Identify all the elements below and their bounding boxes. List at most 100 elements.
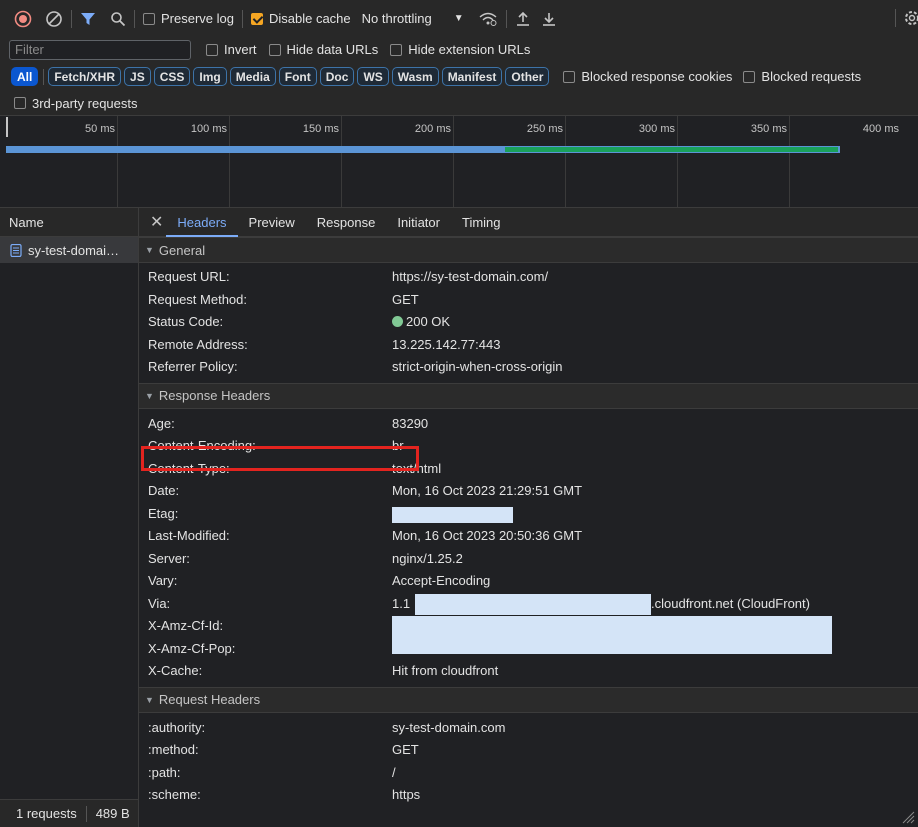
general-section-header[interactable]: ▼ General [139, 237, 918, 263]
disable-cache-option[interactable]: Disable cache [250, 11, 351, 26]
close-icon[interactable]: ✕ [150, 212, 163, 232]
chip-ws[interactable]: WS [357, 67, 389, 86]
network-conditions-icon[interactable] [478, 11, 498, 27]
chip-img[interactable]: Img [193, 67, 227, 86]
invert-option[interactable]: Invert [206, 42, 257, 57]
header-row: Age: 83290 [139, 413, 918, 436]
response-headers-section-header[interactable]: ▼ Response Headers [139, 382, 918, 409]
hide-data-urls-option[interactable]: Hide data URLs [268, 42, 378, 57]
export-har-icon[interactable] [541, 11, 557, 27]
blocked-requests-label: Blocked requests [761, 69, 862, 84]
header-value: strict-origin-when-cross-origin [392, 359, 563, 374]
header-key: :authority: [148, 719, 206, 735]
timeline-tick-label: 300 ms [638, 123, 675, 135]
invert-checkbox[interactable] [206, 43, 218, 56]
timeline-gridline [229, 116, 230, 207]
tab-initiator[interactable]: Initiator [386, 208, 451, 236]
redacted-value [392, 615, 832, 654]
chip-fetch-xhr[interactable]: Fetch/XHR [48, 67, 122, 86]
header-value-suffix: .cloudfront.net (CloudFront) [651, 595, 810, 611]
disable-cache-checkbox[interactable] [250, 12, 263, 25]
chip-media[interactable]: Media [229, 67, 276, 86]
response-headers-title: Response Headers [158, 388, 271, 403]
clear-icon[interactable] [45, 10, 63, 28]
network-toolbar: Preserve log Disable cache No throttling… [0, 0, 918, 38]
timeline-overview[interactable]: 50 ms 100 ms 150 ms 200 ms 250 ms 300 ms… [0, 116, 918, 208]
status-divider [85, 805, 87, 822]
throttling-select[interactable]: No throttling ▼ [362, 11, 464, 26]
filter-icon[interactable] [80, 11, 96, 27]
settings-icon[interactable] [895, 9, 918, 27]
general-section-title: General [158, 242, 206, 258]
tab-response[interactable]: Response [306, 208, 387, 236]
toolbar-divider [241, 9, 243, 28]
third-party-checkbox[interactable] [14, 97, 26, 109]
third-party-option[interactable]: 3rd-party requests [14, 96, 138, 111]
resource-type-filters: All Fetch/XHR JS CSS Img Media Font Doc … [0, 62, 918, 91]
header-row: Request URL: https://sy-test-domain.com/ [139, 266, 918, 289]
import-har-icon[interactable] [515, 11, 531, 27]
chip-font[interactable]: Font [278, 67, 317, 86]
timeline-start-handle[interactable] [6, 117, 8, 137]
blocked-cookies-option[interactable]: Blocked response cookies [563, 69, 732, 84]
header-key: X-Amz-Cf-Pop: [148, 640, 236, 656]
timeline-tick-label: 350 ms [750, 123, 787, 135]
header-key: Server: [148, 550, 190, 566]
header-row: :method: GET [139, 739, 918, 762]
chip-other[interactable]: Other [505, 67, 550, 86]
blocked-requests-checkbox[interactable] [743, 70, 756, 83]
tab-timing[interactable]: Timing [451, 208, 512, 236]
tab-preview[interactable]: Preview [238, 208, 306, 236]
toolbar-divider [505, 9, 507, 28]
header-key: X-Amz-Cf-Id: [148, 618, 224, 633]
request-headers-section: :authority: sy-test-domain.com :method: GE… [139, 713, 918, 807]
blocked-requests-option[interactable]: Blocked requests [743, 69, 861, 84]
hide-extension-urls-option[interactable]: Hide extension URLs [390, 42, 530, 57]
invert-label: Invert [224, 42, 257, 57]
header-key: Etag: [148, 505, 179, 521]
request-name: sy-test-domai… [28, 242, 120, 258]
header-row: Last-Modified: Mon, 16 Oct 2023 20:50:36 … [139, 525, 918, 548]
chip-all[interactable]: All [11, 67, 39, 86]
network-status-bar: 1 requests 489 B [0, 799, 138, 827]
request-row[interactable]: sy-test-domai… [0, 237, 138, 263]
request-headers-title: Request Headers [158, 692, 261, 707]
chip-manifest[interactable]: Manifest [441, 67, 503, 86]
filter-input[interactable]: Filter [9, 39, 191, 60]
triangle-down-icon: ▼ [145, 245, 154, 255]
stop-recording-icon[interactable] [14, 10, 32, 28]
timeline-tick-label: 250 ms [526, 123, 563, 135]
search-icon[interactable] [110, 11, 126, 27]
timeline-gridline [565, 116, 566, 207]
chip-wasm[interactable]: Wasm [391, 67, 439, 86]
timeline-tick-label: 100 ms [190, 123, 227, 135]
chip-js[interactable]: JS [124, 67, 151, 86]
header-key: Date: [148, 483, 180, 498]
status-value: 200 OK [392, 314, 450, 329]
request-headers-section-header[interactable]: ▼ Request Headers [139, 686, 918, 713]
blocked-cookies-checkbox[interactable] [563, 70, 576, 83]
header-value: 83290 [392, 415, 429, 431]
header-row: Server: nginx/1.25.2 [139, 548, 918, 571]
details-tabbar: ✕ Headers Preview Response Initiator Tim… [139, 208, 918, 237]
redacted-value [392, 506, 513, 523]
timeline-gridline [677, 116, 678, 207]
preserve-log-checkbox[interactable] [143, 12, 155, 25]
request-details: ✕ Headers Preview Response Initiator Tim… [139, 208, 918, 827]
hide-extension-urls-checkbox[interactable] [390, 43, 403, 56]
header-row: Status Code: 200 OK [139, 311, 918, 334]
header-key: Request Method: [148, 291, 248, 307]
name-column-header[interactable]: Name [0, 208, 138, 237]
chip-css[interactable]: CSS [153, 67, 191, 86]
chevron-down-icon: ▼ [453, 13, 464, 24]
transfer-size: 489 B [95, 806, 130, 821]
hide-data-urls-checkbox[interactable] [268, 43, 281, 56]
header-value: Mon, 16 Oct 2023 21:29:51 GMT [392, 483, 583, 498]
chip-doc[interactable]: Doc [319, 67, 355, 86]
document-icon [10, 243, 22, 257]
tab-headers[interactable]: Headers [166, 208, 238, 237]
resize-handle-icon[interactable] [901, 810, 915, 824]
preserve-log-option[interactable]: Preserve log [143, 11, 234, 26]
triangle-down-icon: ▼ [145, 694, 154, 705]
header-value: https://sy-test-domain.com/ [392, 269, 549, 284]
